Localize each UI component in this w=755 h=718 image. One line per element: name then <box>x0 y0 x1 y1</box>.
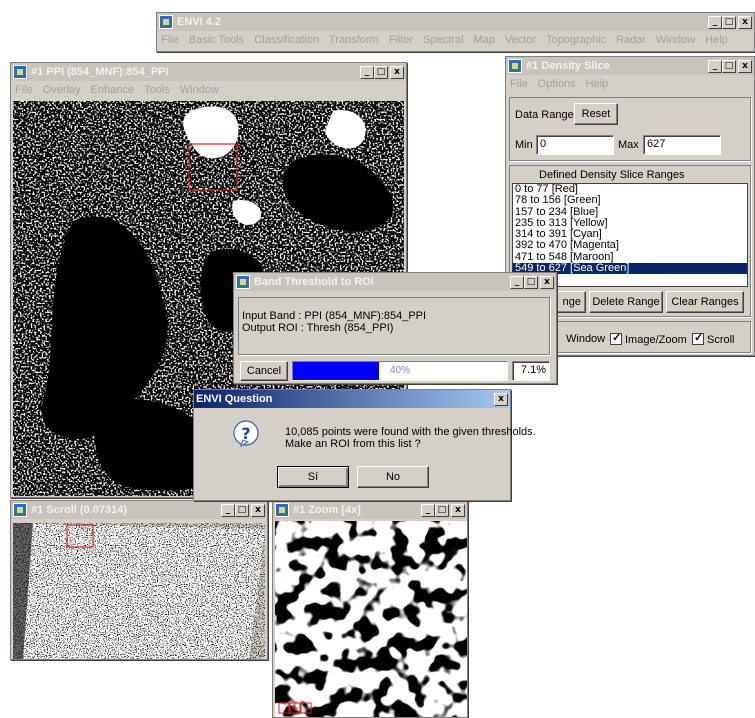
min-label: Min <box>515 139 533 151</box>
question-icon: ? <box>233 420 259 448</box>
no-button[interactable]: No <box>357 466 429 488</box>
maximize-icon[interactable]: □ <box>235 503 249 517</box>
scroll-label: Scroll <box>707 334 735 346</box>
question-message-line2: Make an ROI from this list ? <box>285 438 421 450</box>
envi-app-icon <box>13 65 27 79</box>
max-label: Max <box>618 139 639 151</box>
output-roi-text: Output ROI : Thresh (854_PPI) <box>242 322 394 334</box>
menu-vector[interactable]: Vector <box>505 34 536 46</box>
menu-file[interactable]: File <box>15 84 33 96</box>
scroll-image-canvas[interactable] <box>13 521 265 659</box>
menu-radar[interactable]: Radar <box>616 34 646 46</box>
minimize-icon[interactable]: _ <box>510 275 524 289</box>
menu-help[interactable]: Help <box>705 34 728 46</box>
menu-transform[interactable]: Transform <box>329 34 379 46</box>
cancel-button[interactable]: Cancel <box>240 361 288 381</box>
delete-range-button[interactable]: Delete Range <box>589 291 663 313</box>
menu-file[interactable]: File <box>161 34 179 46</box>
close-icon[interactable]: x <box>738 15 752 29</box>
scroll-checkbox[interactable]: Scroll <box>692 331 735 346</box>
menu-overlay[interactable]: Overlay <box>43 84 81 96</box>
envi-app-icon <box>275 503 289 517</box>
image-zoom-label: Image/Zoom <box>625 334 687 346</box>
close-icon[interactable]: x <box>494 392 508 406</box>
percent-field: 7.1% <box>512 361 550 381</box>
density-slice-menubar: File Options Help <box>506 75 754 93</box>
maximize-icon[interactable]: □ <box>374 65 388 79</box>
envi-question-dialog: ENVI Question x ? 10,085 points were fou… <box>193 389 536 501</box>
density-slice-title: #1 Density Slice <box>526 60 610 72</box>
minimize-icon[interactable]: _ <box>221 503 235 517</box>
envi-question-title: ENVI Question <box>196 393 273 405</box>
envi-app-icon <box>159 15 173 29</box>
band-threshold-title: Band Threshold to ROI <box>254 276 374 288</box>
maximize-icon[interactable]: □ <box>722 59 736 73</box>
close-icon[interactable]: x <box>451 503 465 517</box>
envi-main-title: ENVI 4.2 <box>177 16 222 28</box>
zoom-window-title: #1 Zoom [4x] <box>293 504 361 516</box>
max-field[interactable]: 627 <box>643 135 721 155</box>
question-message-line1: 10,085 points were found with the given … <box>285 426 536 438</box>
close-icon[interactable]: x <box>390 65 404 79</box>
envi-main-menubar: File Basic Tools Classification Transfor… <box>157 31 754 49</box>
minimize-icon[interactable]: _ <box>360 65 374 79</box>
menu-enhance[interactable]: Enhance <box>91 84 134 96</box>
density-slice-titlebar[interactable]: #1 Density Slice _ □ x <box>506 57 754 75</box>
image-zoom-checkbox[interactable]: Image/Zoom <box>610 331 687 346</box>
menu-topographic[interactable]: Topographic <box>546 34 606 46</box>
envi-main-window: ENVI 4.2 _ □ x File Basic Tools Classifi… <box>156 12 755 52</box>
minimize-icon[interactable]: _ <box>708 15 722 29</box>
checkbox-checked-icon[interactable] <box>610 331 622 345</box>
menu-window[interactable]: Window <box>656 34 695 46</box>
list-item[interactable]: 78 to 156 [Green] <box>515 194 747 206</box>
minimize-icon[interactable]: _ <box>421 503 435 517</box>
ranges-header: Defined Density Slice Ranges <box>539 169 685 181</box>
menu-window[interactable]: Window <box>180 84 219 96</box>
maximize-icon[interactable]: □ <box>524 275 538 289</box>
maximize-icon[interactable]: □ <box>435 503 449 517</box>
scroll-window-titlebar[interactable]: #1 Scroll (0.07314) _ □ x <box>11 501 267 519</box>
min-field[interactable]: 0 <box>536 135 614 155</box>
menu-classification[interactable]: Classification <box>254 34 319 46</box>
checkbox-checked-icon[interactable] <box>692 331 704 345</box>
menu-help[interactable]: Help <box>586 78 609 90</box>
band-threshold-dialog: Band Threshold to ROI _ □ x Input Band :… <box>233 272 557 384</box>
menu-spectral[interactable]: Spectral <box>423 34 463 46</box>
close-icon[interactable]: x <box>251 503 265 517</box>
yes-button[interactable]: Sí <box>277 466 349 488</box>
scroll-window-title: #1 Scroll (0.07314) <box>31 504 128 516</box>
menu-filter[interactable]: Filter <box>389 34 413 46</box>
envi-question-titlebar[interactable]: ENVI Question x <box>194 390 510 408</box>
menu-basic-tools[interactable]: Basic Tools <box>189 34 244 46</box>
scroll-window: #1 Scroll (0.07314) _ □ x <box>10 500 268 660</box>
menu-file[interactable]: File <box>510 78 528 90</box>
image-window-title: #1 PPI (854_MNF):854_PPI <box>31 66 169 78</box>
reset-button[interactable]: Reset <box>574 103 618 125</box>
menu-tools[interactable]: Tools <box>144 84 170 96</box>
envi-app-icon <box>13 503 27 517</box>
zoom-window: #1 Zoom [4x] _ □ x <box>272 500 468 718</box>
image-window-titlebar[interactable]: #1 PPI (854_MNF):854_PPI _ □ x <box>11 63 406 81</box>
close-icon[interactable]: x <box>738 59 752 73</box>
envi-app-icon <box>236 275 250 289</box>
zoom-image-canvas[interactable] <box>275 521 467 717</box>
progress-text: 40% <box>389 365 410 376</box>
data-range-label: Data Range <box>515 109 574 121</box>
image-window-menubar: File Overlay Enhance Tools Window <box>11 81 406 99</box>
envi-app-icon <box>508 59 522 73</box>
window-label: Window <box>566 333 606 345</box>
progress-bar: 40% <box>292 361 508 381</box>
maximize-icon[interactable]: □ <box>722 15 736 29</box>
band-threshold-titlebar[interactable]: Band Threshold to ROI _ □ x <box>234 273 556 291</box>
minimize-icon[interactable]: _ <box>708 59 722 73</box>
menu-map[interactable]: Map <box>474 34 495 46</box>
close-icon[interactable]: x <box>540 275 554 289</box>
clear-ranges-button[interactable]: Clear Ranges <box>666 291 744 313</box>
input-band-text: Input Band : PPI (854_MNF):854_PPI <box>242 310 427 322</box>
zoom-window-titlebar[interactable]: #1 Zoom [4x] _ □ x <box>273 501 467 519</box>
envi-main-titlebar[interactable]: ENVI 4.2 _ □ x <box>157 13 754 31</box>
menu-options[interactable]: Options <box>538 78 576 90</box>
svg-text:?: ? <box>241 424 250 443</box>
